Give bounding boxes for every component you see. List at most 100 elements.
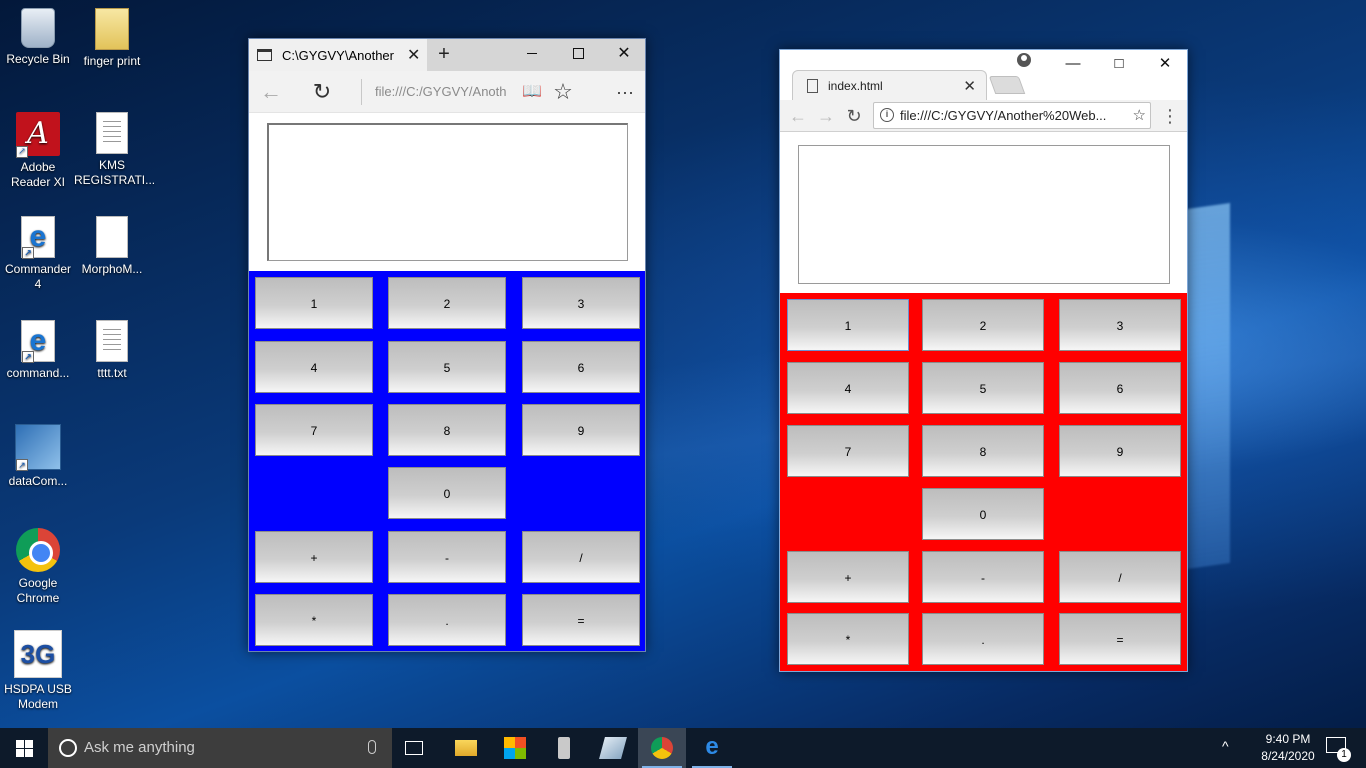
clock-date: 8/24/2020 [1261, 749, 1315, 763]
minimize-button[interactable] [509, 39, 555, 71]
shortcut-arrow-icon: ↗ [16, 459, 28, 471]
edge-address-bar[interactable]: file:///C:/GYGVY/Anoth [361, 79, 513, 105]
key-divide[interactable]: / [1059, 551, 1181, 603]
back-arrow-icon[interactable]: ← [256, 77, 286, 107]
desktop-icon-adobe-reader[interactable]: A ↗ Adobe Reader XI [0, 112, 76, 190]
chrome-address-bar[interactable]: i file:///C:/GYGVY/Another%20Web... ☆ [873, 102, 1151, 129]
desktop-icon-label: tttt.txt [97, 366, 127, 380]
desktop-icon-recycle-bin[interactable]: Recycle Bin [0, 8, 76, 67]
back-arrow-icon[interactable]: ← [786, 104, 810, 128]
maximize-button[interactable]: □ [1096, 50, 1142, 78]
key-7[interactable]: 7 [255, 404, 373, 456]
key-5[interactable]: 5 [922, 362, 1044, 414]
shortcut-arrow-icon: ↗ [22, 247, 34, 259]
task-view-button[interactable] [392, 728, 440, 768]
cortana-search-box[interactable]: Ask me anything [48, 728, 392, 768]
menu-kebab-icon[interactable]: ⋮ [1158, 104, 1182, 128]
info-icon[interactable]: i [880, 108, 894, 122]
key-divide[interactable]: / [522, 531, 640, 583]
calculator-display[interactable] [798, 145, 1170, 284]
key-2[interactable]: 2 [388, 277, 506, 329]
key-0[interactable]: 0 [388, 467, 506, 519]
folder-file-icon [95, 8, 129, 50]
microphone-icon[interactable] [368, 740, 376, 754]
desktop-icon-command[interactable]: e ↗ command... [0, 320, 76, 381]
key-3[interactable]: 3 [522, 277, 640, 329]
key-2[interactable]: 2 [922, 299, 1044, 351]
show-hidden-icons-chevron-icon[interactable]: ^ [1222, 738, 1229, 754]
key-5[interactable]: 5 [388, 341, 506, 393]
calculator-display[interactable] [267, 123, 628, 261]
key-multiply[interactable]: * [255, 594, 373, 646]
shortcut-arrow-icon: ↗ [22, 351, 34, 363]
notes-icon [599, 737, 627, 759]
desktop-icon-tttt-txt[interactable]: tttt.txt [74, 320, 150, 381]
key-8[interactable]: 8 [922, 425, 1044, 477]
key-8[interactable]: 8 [388, 404, 506, 456]
desktop-icon-google-chrome[interactable]: Google Chrome [0, 528, 76, 606]
desktop-icon-hsdpa-modem[interactable]: 3G HSDPA USB Modem [0, 630, 76, 712]
key-9[interactable]: 9 [522, 404, 640, 456]
maximize-button[interactable] [555, 39, 601, 71]
desktop-icon-finger-print[interactable]: finger print [74, 8, 150, 69]
key-6[interactable]: 6 [522, 341, 640, 393]
desktop-icon-label: Google Chrome [16, 576, 60, 605]
tab-close-icon[interactable]: ✕ [963, 77, 976, 95]
taskbar-chrome[interactable] [638, 728, 686, 768]
key-minus[interactable]: - [388, 531, 506, 583]
store-icon [504, 737, 526, 759]
taskbar-device-app[interactable] [540, 728, 588, 768]
windows-logo-icon [16, 740, 24, 748]
chrome-tab[interactable]: index.html ✕ [792, 70, 987, 100]
desktop-icon-kms-registration[interactable]: KMS REGISTRATI... [74, 112, 155, 188]
key-7[interactable]: 7 [787, 425, 909, 477]
key-1[interactable]: 1 [787, 299, 909, 351]
more-menu-icon[interactable]: ··· [610, 77, 640, 107]
taskbar-store[interactable] [491, 728, 539, 768]
desktop-icon-datacom[interactable]: ↗ dataCom... [0, 424, 76, 489]
key-equals[interactable]: = [522, 594, 640, 646]
key-plus[interactable]: + [787, 551, 909, 603]
minimize-button[interactable]: — [1050, 50, 1096, 78]
key-decimal[interactable]: . [922, 613, 1044, 665]
close-window-button[interactable]: ✕ [1142, 50, 1188, 78]
clock-time: 9:40 PM [1265, 732, 1311, 746]
refresh-icon[interactable]: ↻ [307, 77, 337, 107]
key-multiply[interactable]: * [787, 613, 909, 665]
chrome-toolbar: ← → ↻ i file:///C:/GYGVY/Another%20Web..… [780, 100, 1187, 132]
cortana-icon [59, 739, 77, 757]
forward-arrow-icon[interactable]: → [814, 104, 838, 128]
reload-icon[interactable]: ↻ [842, 104, 866, 128]
edge-tab-title: C:\GYGVY\Another W [282, 47, 397, 63]
start-button[interactable] [0, 728, 48, 768]
taskbar-file-explorer[interactable] [442, 728, 490, 768]
chrome-icon [16, 528, 60, 572]
close-window-button[interactable]: ✕ [601, 39, 647, 71]
key-equals[interactable]: = [1059, 613, 1181, 665]
key-0[interactable]: 0 [922, 488, 1044, 540]
desktop-icon-commander-4[interactable]: e ↗ Commander 4 [0, 216, 76, 292]
taskbar-notes-app[interactable] [589, 728, 637, 768]
key-6[interactable]: 6 [1059, 362, 1181, 414]
taskbar-edge[interactable]: e [688, 728, 736, 768]
new-tab-button[interactable] [988, 76, 1026, 94]
clock[interactable]: 9:40 PM 8/24/2020 [1248, 731, 1328, 765]
reading-view-icon[interactable]: 📖 [517, 77, 547, 107]
tab-close-icon[interactable]: ✕ [407, 45, 420, 65]
favorite-star-icon[interactable]: ☆ [548, 77, 578, 107]
desktop-icon-morpho[interactable]: MorphoM... [74, 216, 150, 277]
page-icon [257, 49, 272, 61]
key-minus[interactable]: - [922, 551, 1044, 603]
key-4[interactable]: 4 [787, 362, 909, 414]
new-tab-button[interactable]: + [433, 43, 455, 66]
key-3[interactable]: 3 [1059, 299, 1181, 351]
key-9[interactable]: 9 [1059, 425, 1181, 477]
profile-icon[interactable] [1017, 53, 1031, 67]
key-decimal[interactable]: . [388, 594, 506, 646]
key-plus[interactable]: + [255, 531, 373, 583]
calculator-keypad: 1 2 3 4 5 6 7 8 9 0 + - / * . = [780, 293, 1187, 671]
edge-tab[interactable]: C:\GYGVY\Another W ✕ [249, 39, 427, 71]
bookmark-star-icon[interactable]: ☆ [1133, 103, 1146, 128]
key-4[interactable]: 4 [255, 341, 373, 393]
key-1[interactable]: 1 [255, 277, 373, 329]
